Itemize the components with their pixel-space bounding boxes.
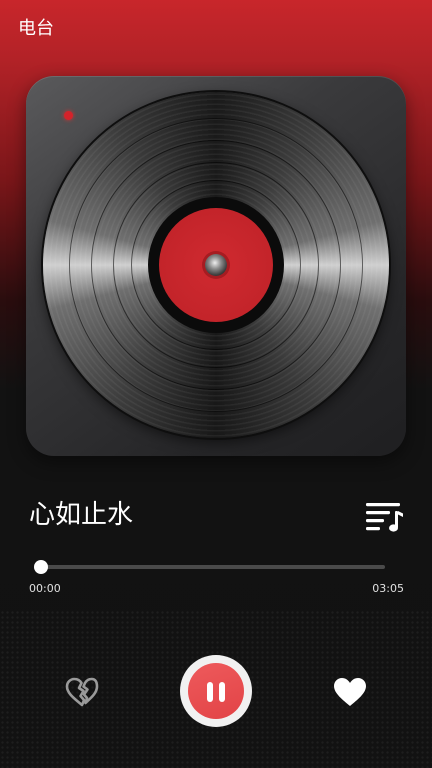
current-time: 00:00 [29, 582, 61, 595]
dislike-button[interactable] [64, 674, 100, 710]
pause-button[interactable] [180, 655, 252, 727]
progress-track[interactable] [41, 565, 385, 569]
heart-icon [334, 678, 366, 706]
playback-controls [0, 610, 432, 768]
power-indicator-icon [64, 111, 73, 120]
song-title: 心如止水 [29, 500, 134, 530]
like-button[interactable] [332, 674, 368, 710]
vinyl-spindle [205, 254, 227, 276]
playlist-button[interactable] [364, 498, 404, 534]
vinyl-record [43, 92, 389, 438]
playlist-icon [366, 503, 403, 532]
total-duration: 03:05 [372, 582, 404, 595]
pause-bar [219, 682, 225, 702]
pause-icon [188, 663, 244, 719]
progress-thumb[interactable] [34, 560, 48, 574]
pause-bar [207, 682, 213, 702]
turntable-artwork [26, 76, 406, 456]
progress-slider[interactable] [34, 560, 385, 574]
broken-heart-icon [65, 677, 99, 707]
page-title: 电台 [18, 18, 54, 39]
